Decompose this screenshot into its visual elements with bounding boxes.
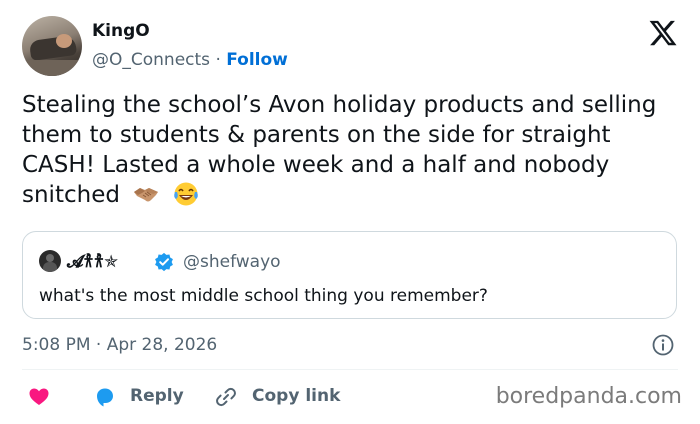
author-info: KingO @O_Connects · Follow bbox=[92, 20, 288, 72]
divider bbox=[22, 369, 678, 370]
reply-button[interactable]: Reply bbox=[130, 384, 184, 408]
verified-badge-icon bbox=[155, 252, 173, 272]
author-handle-line: @O_Connects · Follow bbox=[92, 48, 288, 72]
quoted-avatar bbox=[39, 250, 61, 272]
tweet-header: KingO @O_Connects · Follow bbox=[22, 16, 678, 78]
tweet-body: Stealing the school’s Avon holiday produ… bbox=[22, 90, 686, 210]
x-logo-icon[interactable] bbox=[648, 18, 678, 48]
quoted-text: what's the most middle school thing you … bbox=[39, 286, 488, 306]
copy-link-button[interactable]: Copy link bbox=[252, 384, 340, 408]
separator-dot: · bbox=[215, 50, 221, 70]
quoted-tweet[interactable]: 𝓐𐀪𐀪✯ @shefwayo what's the most middle sc… bbox=[22, 231, 677, 319]
tweet-timestamp[interactable]: 5:08 PM · Apr 28, 2026 bbox=[22, 333, 217, 357]
watermark: boredpanda.com bbox=[495, 384, 682, 409]
author-display-name[interactable]: KingO bbox=[92, 20, 288, 42]
follow-button[interactable]: Follow bbox=[226, 50, 288, 70]
action-bar: Reply Copy link boredpanda.com bbox=[22, 382, 682, 410]
reply-icon[interactable] bbox=[94, 386, 116, 408]
info-icon[interactable] bbox=[652, 334, 674, 356]
link-icon[interactable] bbox=[215, 386, 237, 408]
tweet-text: Stealing the school’s Avon holiday produ… bbox=[22, 92, 657, 208]
author-handle[interactable]: @O_Connects bbox=[92, 50, 210, 70]
laughing-tears-emoji-icon bbox=[173, 182, 198, 206]
quoted-display-name: 𝓐𐀪𐀪✯ bbox=[67, 252, 119, 272]
heart-icon[interactable] bbox=[28, 386, 50, 408]
quoted-handle: @shefwayo bbox=[183, 252, 281, 272]
handshake-emoji-icon bbox=[134, 188, 159, 202]
author-avatar[interactable] bbox=[22, 16, 82, 76]
